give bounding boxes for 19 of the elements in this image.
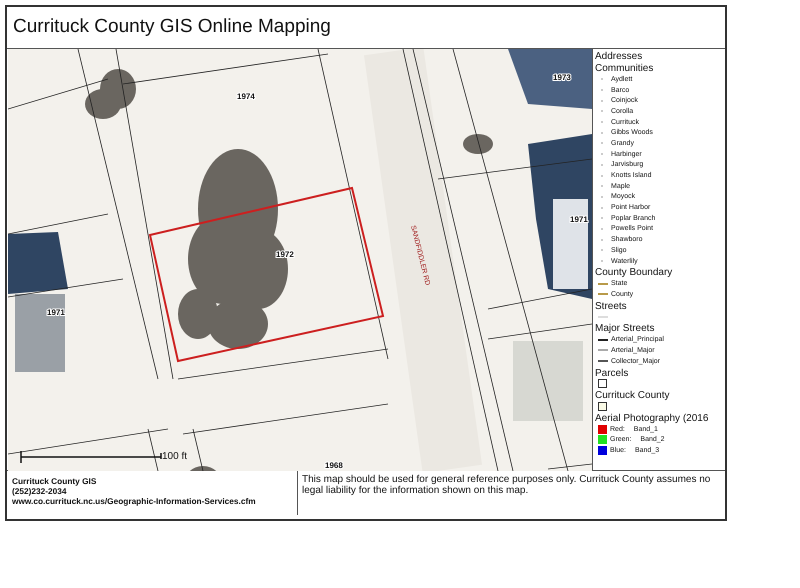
organization-name: Currituck County GIS — [12, 477, 98, 487]
disclaimer-text: This map should be used for general reference purposes only. Currituck County assumes no legal liability for the information shown on this map. — [302, 474, 710, 496]
website-url: www.co.currituck.nc.us/Geographic-Information-Services.cfm — [12, 496, 257, 507]
map-title: Currituck County GIS Online Mapping — [13, 15, 331, 40]
legend-heading: County Boundary — [595, 268, 674, 278]
legend-heading: Currituck County — [595, 391, 670, 402]
legend-heading: Addresses — [595, 52, 644, 62]
parcel-number: 1973 — [553, 73, 571, 82]
legend-heading: Parcels — [595, 368, 630, 378]
parcel-number: 1971 — [47, 308, 65, 317]
phone-number: (252)232-2034 — [12, 486, 66, 497]
legend-heading: Communities — [595, 64, 654, 74]
parcel-number: 1974 — [237, 92, 255, 101]
legend-heading: Streets — [595, 302, 628, 312]
legend-heading: Aerial Photography (2016 — [595, 414, 710, 424]
legend-heading: Major Streets — [595, 324, 656, 334]
parcel-number: 1968 — [325, 461, 343, 470]
scale-label: 100 ft — [162, 451, 188, 462]
parcel-number: 1971 — [570, 215, 588, 224]
